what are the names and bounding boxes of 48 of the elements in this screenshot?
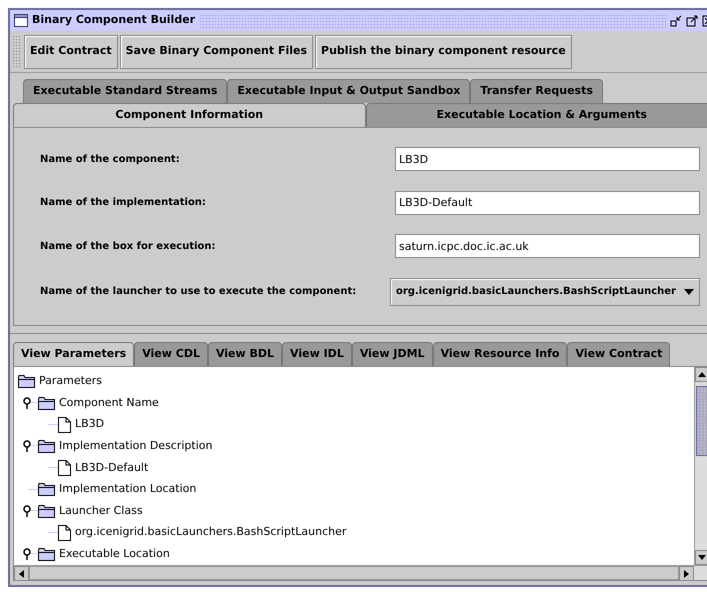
tab[interactable]: View Contract bbox=[567, 342, 670, 366]
window-title: Binary Component Builder bbox=[32, 12, 196, 28]
maximize-icon[interactable] bbox=[686, 14, 698, 27]
tab[interactable]: Executable Standard Streams bbox=[23, 79, 228, 103]
text-field[interactable]: LB3D-Default bbox=[395, 190, 700, 215]
tab[interactable]: View Resource Info bbox=[432, 342, 568, 366]
field-label: Name of the implementation: bbox=[40, 196, 206, 210]
field-label: Name of the box for execution: bbox=[40, 240, 216, 254]
toolbar-button[interactable]: Edit Contract bbox=[24, 34, 118, 69]
tab[interactable]: Executable Input & Output Sandbox bbox=[227, 79, 470, 103]
dropdown[interactable]: org.icenigrid.basicLaunchers.BashScriptLauncher bbox=[390, 278, 700, 306]
tree-item[interactable]: LB3D-Default bbox=[75, 460, 148, 476]
caret-icon bbox=[684, 288, 694, 295]
toolbar-grip[interactable] bbox=[12, 34, 22, 69]
tab[interactable]: Executable Location & Arguments bbox=[366, 103, 707, 127]
left-arrow-icon bbox=[19, 570, 24, 578]
tab[interactable]: Component Information bbox=[13, 103, 366, 127]
tree-item[interactable]: Launcher Class bbox=[59, 502, 143, 520]
file-icon bbox=[58, 416, 71, 433]
tree-item[interactable]: Component Name bbox=[59, 394, 159, 412]
text-field[interactable]: saturn.icpc.doc.ic.ac.uk bbox=[395, 234, 700, 258]
tree-item[interactable]: Implementation Description bbox=[59, 438, 212, 454]
tree-item[interactable]: LB3D bbox=[75, 416, 104, 433]
tree-item[interactable]: Executable Location bbox=[59, 546, 170, 562]
tab[interactable]: View CDL bbox=[134, 342, 208, 366]
minimize-icon[interactable] bbox=[670, 14, 682, 27]
tab[interactable]: Transfer Requests bbox=[470, 79, 603, 103]
tab[interactable]: View JDML bbox=[352, 342, 433, 366]
horizontal-scrollbar[interactable] bbox=[14, 565, 707, 580]
toolbar-button[interactable]: Publish the binary component resource bbox=[315, 34, 572, 69]
tree-item[interactable]: org.icenigrid.basicLaunchers.BashScriptLauncher bbox=[75, 524, 346, 541]
field-label: Name of the launcher to use to execute the component: bbox=[40, 285, 356, 300]
file-icon bbox=[58, 524, 71, 541]
window-icon bbox=[14, 14, 28, 28]
tree-item[interactable]: Parameters bbox=[39, 373, 102, 390]
tab[interactable]: View Parameters bbox=[13, 342, 134, 366]
down-arrow-icon bbox=[698, 555, 706, 560]
toolbar-button[interactable]: Save Binary Component Files bbox=[120, 34, 314, 69]
up-arrow-icon bbox=[698, 372, 706, 377]
folder-icon bbox=[18, 374, 35, 388]
file-icon bbox=[58, 460, 71, 476]
vertical-scrollbar[interactable] bbox=[694, 366, 707, 565]
text-field[interactable]: LB3D bbox=[395, 147, 700, 172]
field-label: Name of the component: bbox=[40, 152, 180, 167]
right-arrow-icon bbox=[684, 570, 689, 578]
tab[interactable]: View IDL bbox=[282, 342, 352, 366]
tree-item[interactable]: Implementation Location bbox=[59, 481, 196, 498]
tab[interactable]: View BDL bbox=[208, 342, 282, 366]
